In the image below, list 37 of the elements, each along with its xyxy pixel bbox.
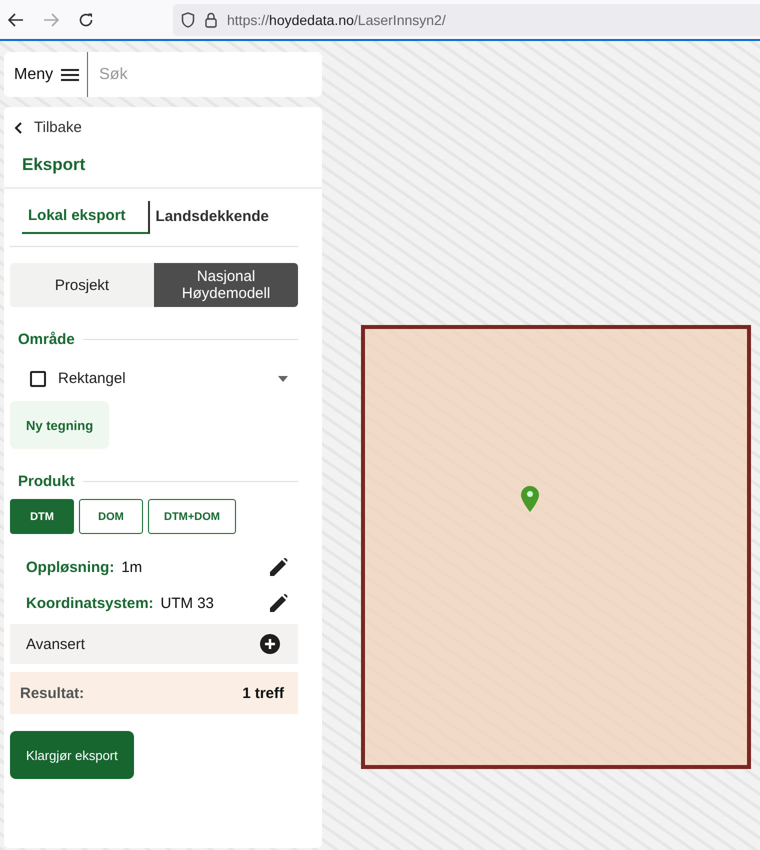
product-button[interactable]: DTM (10, 499, 74, 534)
advanced-row[interactable]: Avansert (10, 624, 298, 664)
url-text: https://hoydedata.no/LaserInnsyn2/ (227, 12, 446, 28)
menu-icon (61, 68, 80, 82)
setting-value: 1m (121, 558, 144, 576)
setting-label: Oppløsning: (26, 558, 114, 576)
segment-button[interactable]: Nasjonal Høydemodell (154, 263, 298, 307)
product-button[interactable]: DTM+DOM (148, 499, 236, 534)
product-button[interactable]: DOM (79, 499, 143, 534)
back-icon[interactable] (8, 12, 24, 26)
checkbox[interactable] (30, 370, 46, 386)
advanced-label: Avansert (26, 636, 85, 652)
setting-value: UTM 33 (160, 594, 215, 612)
plus-circle-icon (260, 634, 280, 654)
dropdown-caret-icon[interactable] (278, 376, 288, 382)
menu-button[interactable]: Meny (4, 52, 90, 97)
chevron-left-icon (14, 122, 22, 134)
pencil-icon[interactable] (270, 558, 288, 576)
export-button[interactable]: Klargjør eksport (10, 731, 134, 779)
panel-title: Eksport (4, 136, 322, 189)
back-button[interactable]: Tilbake (4, 107, 92, 136)
segment-button[interactable]: Prosjekt (10, 263, 154, 307)
pencil-icon[interactable] (270, 594, 288, 612)
search-field[interactable]: Søk (89, 52, 322, 97)
option-label: Rektangel (58, 370, 127, 387)
section-heading: Produkt (18, 473, 75, 490)
shield-icon (181, 12, 195, 28)
setting-label: Koordinatsystem: (26, 594, 154, 612)
tab[interactable]: Lokal eksport (22, 201, 150, 234)
result-label: Resultat: (20, 684, 84, 702)
result-count: 1 treff (242, 684, 284, 702)
section-heading: Område (18, 331, 75, 348)
address-bar[interactable]: https://hoydedata.no/LaserInnsyn2/ (173, 4, 760, 36)
tab[interactable]: Landsdekkende (150, 201, 275, 234)
reload-icon[interactable] (78, 12, 94, 28)
new-drawing-button[interactable]: Ny tegning (10, 401, 110, 449)
lock-icon (205, 12, 217, 28)
